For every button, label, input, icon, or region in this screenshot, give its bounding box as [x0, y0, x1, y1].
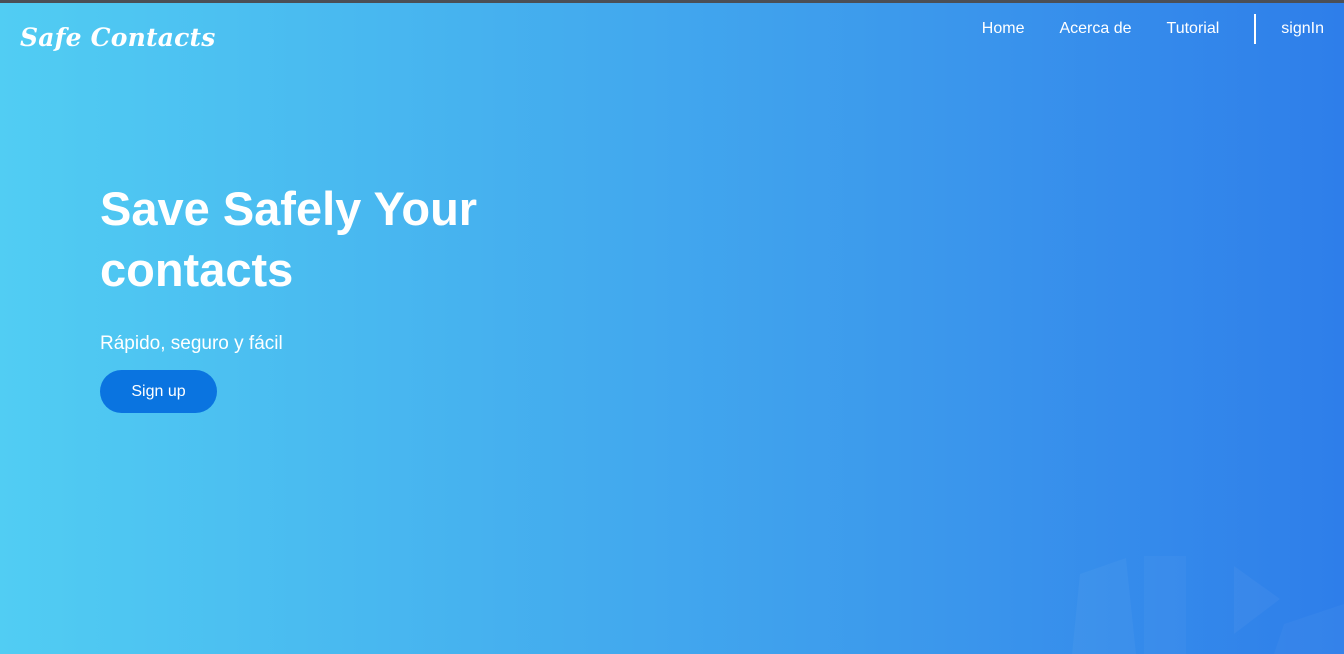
- brand-logo[interactable]: Safe Contacts: [20, 23, 216, 52]
- hero-section: Save Safely Your contacts Rápido, seguro…: [100, 178, 620, 413]
- navbar: Safe Contacts Home Acerca de Tutorial si…: [0, 3, 1344, 75]
- nav-link-signin[interactable]: signIn: [1281, 20, 1324, 38]
- nav-links: Home Acerca de Tutorial signIn: [982, 14, 1324, 44]
- signup-button[interactable]: Sign up: [100, 370, 217, 413]
- hero-title: Save Safely Your contacts: [100, 182, 478, 296]
- nav-link-home[interactable]: Home: [982, 20, 1025, 38]
- nav-link-acerca-de[interactable]: Acerca de: [1059, 20, 1131, 38]
- nav-divider: [1254, 14, 1257, 44]
- hero-subtitle: Rápido, seguro y fácil: [100, 333, 283, 354]
- background-decoration: [1072, 558, 1280, 654]
- nav-link-tutorial[interactable]: Tutorial: [1167, 20, 1220, 38]
